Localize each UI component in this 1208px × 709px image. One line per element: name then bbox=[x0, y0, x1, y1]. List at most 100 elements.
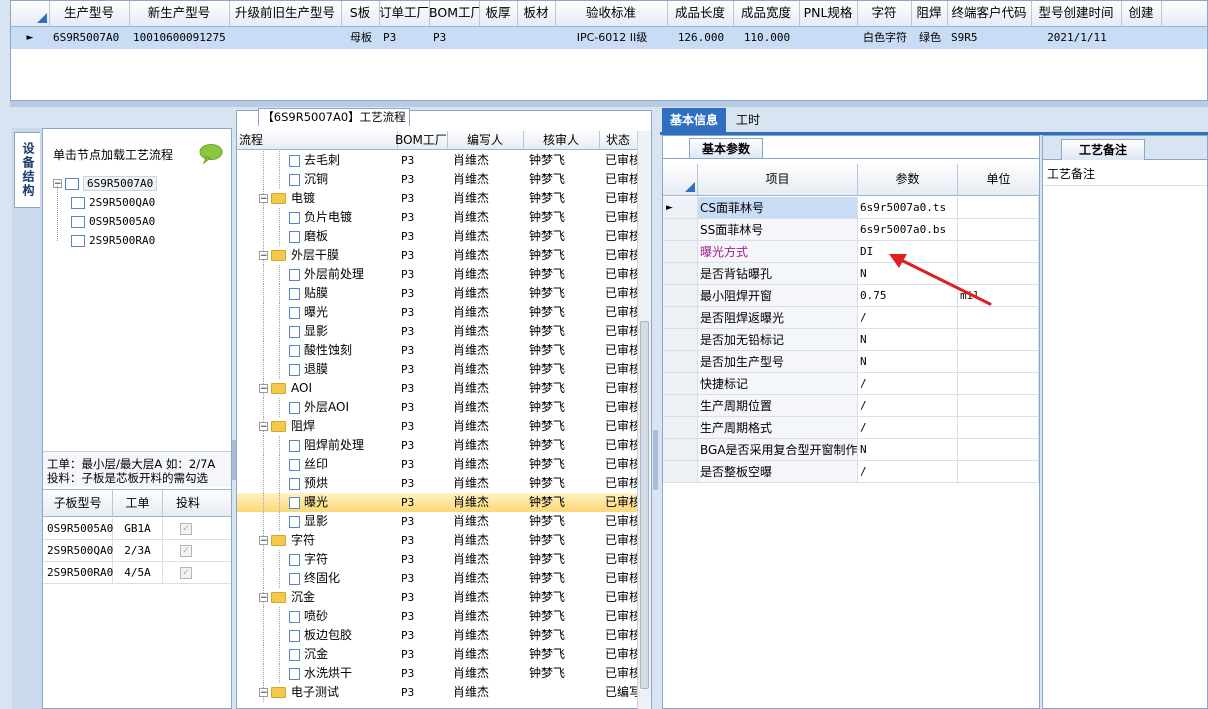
model-grid-row[interactable]: ► 6S9R5007A0 10010600091275 母板 P3 P3 IPC-6012… bbox=[11, 27, 1207, 49]
param-row[interactable]: ► CS面菲林号 6s9r5007a0.ts bbox=[663, 197, 1039, 219]
process-row[interactable]: 沉铜 P3 肖维杰 钟梦飞 已审核 bbox=[237, 170, 637, 189]
grid-cell[interactable]: P3 bbox=[433, 27, 477, 49]
grid-cell[interactable]: P3 bbox=[383, 27, 427, 49]
column-header[interactable]: 验收标准 bbox=[555, 1, 668, 26]
process-row[interactable]: 沉金 P3 肖维杰 钟梦飞 已审核 bbox=[237, 645, 637, 664]
param-value[interactable]: / bbox=[858, 373, 958, 395]
collapse-icon[interactable]: − bbox=[259, 536, 268, 546]
middle-splitter-handle[interactable] bbox=[653, 430, 658, 490]
column-header[interactable]: S板 bbox=[341, 1, 380, 26]
column-header[interactable]: 单位 bbox=[958, 164, 1039, 195]
column-header[interactable]: 升级前旧生产型号 bbox=[229, 1, 342, 26]
column-header[interactable]: 参数 bbox=[858, 164, 958, 195]
column-header[interactable]: 创建 bbox=[1121, 1, 1162, 26]
param-value[interactable]: N bbox=[858, 439, 958, 461]
sub-board-order[interactable]: GB1A bbox=[113, 518, 163, 540]
feed-checkbox[interactable]: ✓ bbox=[180, 523, 192, 535]
collapse-icon[interactable]: − bbox=[259, 194, 268, 204]
grid-cell[interactable] bbox=[521, 27, 553, 49]
grid-cell[interactable] bbox=[233, 27, 339, 49]
param-row[interactable]: 是否加生产型号 N bbox=[663, 351, 1039, 373]
grid-cell[interactable] bbox=[1125, 27, 1159, 49]
process-row[interactable]: 显影 P3 肖维杰 钟梦飞 已审核 bbox=[237, 512, 637, 531]
collapse-icon[interactable]: − bbox=[259, 251, 268, 261]
param-row[interactable]: 生产周期格式 / bbox=[663, 417, 1039, 439]
process-row[interactable]: 显影 P3 肖维杰 钟梦飞 已审核 bbox=[237, 322, 637, 341]
scrollbar-thumb[interactable] bbox=[640, 321, 649, 689]
column-header[interactable]: BOM工厂 bbox=[395, 131, 448, 150]
process-row[interactable]: 水洗烘干 P3 肖维杰 钟梦飞 已审核 bbox=[237, 664, 637, 683]
param-row[interactable]: 是否整板空曝 / bbox=[663, 461, 1039, 483]
param-value[interactable]: / bbox=[858, 461, 958, 483]
process-row[interactable]: 曝光 P3 肖维杰 钟梦飞 已审核 bbox=[237, 493, 637, 512]
grid-cell[interactable]: 2021/1/11 bbox=[1035, 27, 1119, 49]
process-flow-tab[interactable]: 【6S9R5007A0】工艺流程 bbox=[258, 108, 410, 126]
horizontal-splitter[interactable] bbox=[10, 101, 1208, 107]
param-value[interactable]: N bbox=[858, 329, 958, 351]
column-header[interactable]: 工单 bbox=[113, 490, 163, 516]
process-row[interactable]: 字符 P3 肖维杰 钟梦飞 已审核 bbox=[237, 550, 637, 569]
grid-cell[interactable] bbox=[483, 27, 515, 49]
process-row[interactable]: 外层AOI P3 肖维杰 钟梦飞 已审核 bbox=[237, 398, 637, 417]
param-value[interactable]: N bbox=[858, 351, 958, 373]
param-row[interactable]: 快捷标记 / bbox=[663, 373, 1039, 395]
process-row[interactable]: 退膜 P3 肖维杰 钟梦飞 已审核 bbox=[237, 360, 637, 379]
param-row[interactable]: SS面菲林号 6s9r5007a0.bs bbox=[663, 219, 1039, 241]
grid-cell[interactable]: 6S9R5007A0 bbox=[53, 27, 127, 49]
grid-cell[interactable] bbox=[803, 27, 855, 49]
column-header[interactable]: 投料 bbox=[163, 490, 213, 516]
param-value[interactable]: / bbox=[858, 417, 958, 439]
collapse-icon[interactable]: − bbox=[259, 384, 268, 394]
sub-board-row[interactable]: 2S9R500RA0 4/5A ✓ bbox=[43, 562, 231, 584]
column-header[interactable]: 板厚 bbox=[479, 1, 518, 26]
process-row[interactable]: 贴膜 P3 肖维杰 钟梦飞 已审核 bbox=[237, 284, 637, 303]
feed-checkbox[interactable]: ✓ bbox=[180, 567, 192, 579]
process-row[interactable]: 阻焊前处理 P3 肖维杰 钟梦飞 已审核 bbox=[237, 436, 637, 455]
grid-cell[interactable]: 10010600091275 bbox=[133, 27, 227, 49]
process-row[interactable]: − 电镀 P3 肖维杰 钟梦飞 已审核 bbox=[237, 189, 637, 208]
remark-textarea[interactable] bbox=[1043, 187, 1207, 707]
process-row[interactable]: 终固化 P3 肖维杰 钟梦飞 已审核 bbox=[237, 569, 637, 588]
param-value[interactable]: / bbox=[858, 307, 958, 329]
column-header[interactable]: 项目 bbox=[698, 164, 858, 195]
process-row[interactable]: − 外层干膜 P3 肖维杰 钟梦飞 已审核 bbox=[237, 246, 637, 265]
process-row[interactable]: 去毛刺 P3 肖维杰 钟梦飞 已审核 bbox=[237, 151, 637, 170]
sub-board-order[interactable]: 2/3A bbox=[113, 540, 163, 562]
column-header[interactable]: 编写人 bbox=[447, 131, 524, 150]
process-row[interactable]: − 阻焊 P3 肖维杰 钟梦飞 已审核 bbox=[237, 417, 637, 436]
grid-cell[interactable]: IPC-6012 II级 bbox=[559, 27, 665, 49]
column-header[interactable]: 终端客户代码 bbox=[947, 1, 1032, 26]
column-header[interactable]: 生产型号 bbox=[49, 1, 130, 26]
sub-board-order[interactable]: 4/5A bbox=[113, 562, 163, 584]
vertical-scrollbar[interactable] bbox=[637, 131, 651, 709]
collapse-icon[interactable]: − bbox=[259, 593, 268, 603]
grid-cell[interactable]: 母板 bbox=[345, 27, 377, 49]
grid-cell[interactable]: 110.000 bbox=[737, 27, 797, 49]
column-header[interactable]: 订单工厂 bbox=[379, 1, 430, 26]
param-row[interactable]: 是否阻焊返曝光 / bbox=[663, 307, 1039, 329]
process-row[interactable]: 负片电镀 P3 肖维杰 钟梦飞 已审核 bbox=[237, 208, 637, 227]
column-header[interactable]: 核审人 bbox=[523, 131, 600, 150]
tree-child[interactable]: 2S9R500QA0 bbox=[71, 193, 155, 211]
tab-work-hours[interactable]: 工时 bbox=[728, 108, 768, 132]
process-row[interactable]: 外层前处理 P3 肖维杰 钟梦飞 已审核 bbox=[237, 265, 637, 284]
grid-cell[interactable]: 126.000 bbox=[671, 27, 731, 49]
process-row[interactable]: 曝光 P3 肖维杰 钟梦飞 已审核 bbox=[237, 303, 637, 322]
tree-root[interactable]: −6S9R5007A0 bbox=[53, 174, 158, 192]
column-header[interactable]: 阻焊 bbox=[911, 1, 948, 26]
grid-cell[interactable]: 绿色 bbox=[915, 27, 945, 49]
tab-basic-info[interactable]: 基本信息 bbox=[662, 108, 726, 132]
process-row[interactable]: 预烘 P3 肖维杰 钟梦飞 已审核 bbox=[237, 474, 637, 493]
grid-cell[interactable]: S9R5 bbox=[951, 27, 1029, 49]
process-row[interactable]: 丝印 P3 肖维杰 钟梦飞 已审核 bbox=[237, 455, 637, 474]
process-row[interactable]: 喷砂 P3 肖维杰 钟梦飞 已审核 bbox=[237, 607, 637, 626]
column-header[interactable]: 状态 bbox=[599, 131, 638, 150]
collapse-icon[interactable]: − bbox=[259, 688, 268, 698]
column-header[interactable]: 新生产型号 bbox=[129, 1, 230, 26]
tab-device-structure[interactable]: 设备结构 bbox=[14, 132, 40, 208]
param-row[interactable]: BGA是否采用复合型开窗制作 N bbox=[663, 439, 1039, 461]
tree-child[interactable]: 0S9R5005A0 bbox=[71, 212, 155, 230]
process-row[interactable]: 板边包胶 P3 肖维杰 钟梦飞 已审核 bbox=[237, 626, 637, 645]
column-header[interactable]: 型号创建时间 bbox=[1031, 1, 1122, 26]
column-header[interactable]: PNL规格 bbox=[799, 1, 858, 26]
